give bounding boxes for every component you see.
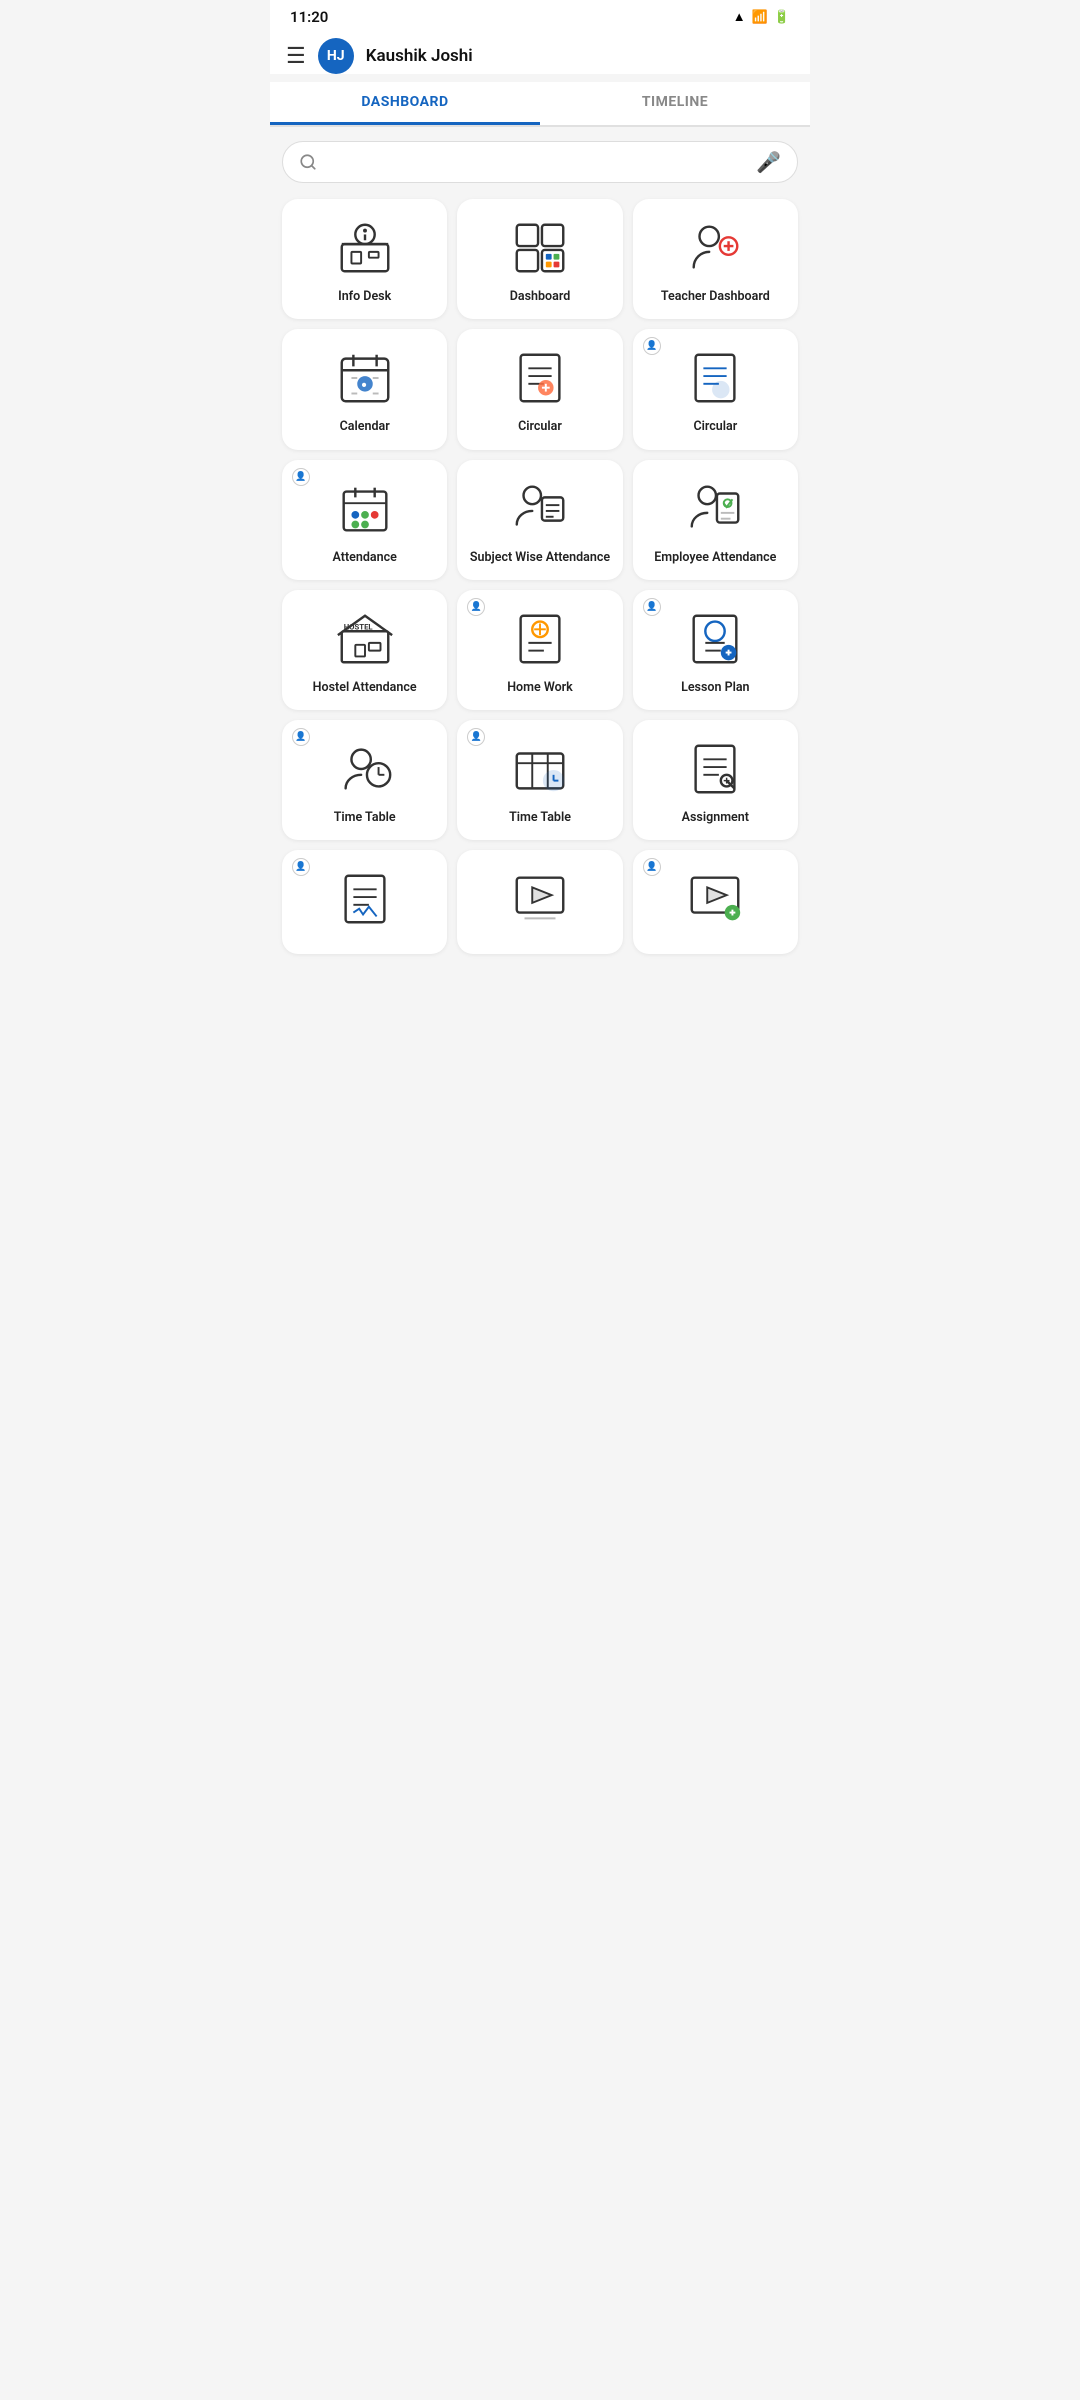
employee-attendance-icon xyxy=(684,478,746,540)
circular-1-icon xyxy=(509,347,571,409)
card-calendar[interactable]: ● Calendar xyxy=(282,329,447,449)
attendance-label: Attendance xyxy=(333,550,397,566)
card-employee-attendance[interactable]: Employee Attendance xyxy=(633,460,798,580)
calendar-label: Calendar xyxy=(340,419,390,435)
home-work-badge: 👤 xyxy=(467,598,485,616)
card-dashboard[interactable]: Dashboard xyxy=(457,199,622,319)
search-icon xyxy=(299,153,317,171)
status-time: 11:20 xyxy=(290,8,328,26)
signal-icon: 📶 xyxy=(752,10,768,25)
lesson-plan-icon xyxy=(684,608,746,670)
lesson-plan-label: Lesson Plan xyxy=(681,680,749,696)
subject-wise-attendance-icon xyxy=(509,478,571,540)
time-table-1-label: Time Table xyxy=(334,810,396,826)
info-desk-label: Info Desk xyxy=(338,289,391,305)
status-icons: ▲ 📶 🔋 xyxy=(733,9,790,25)
time-table-1-icon xyxy=(334,738,396,800)
avatar: HJ xyxy=(318,38,354,74)
user-name: Kaushik Joshi xyxy=(366,46,473,66)
home-work-label: Home Work xyxy=(507,680,573,696)
item-16-badge: 👤 xyxy=(292,858,310,876)
calendar-icon: ● xyxy=(334,347,396,409)
hostel-attendance-icon: HOSTEL xyxy=(334,608,396,670)
svg-text:HOSTEL: HOSTEL xyxy=(343,622,373,631)
time-table-2-badge: 👤 xyxy=(467,728,485,746)
card-circular-1[interactable]: Circular xyxy=(457,329,622,449)
dashboard-label: Dashboard xyxy=(510,289,571,305)
hostel-attendance-label: Hostel Attendance xyxy=(313,680,417,696)
circular-2-badge: 👤 xyxy=(643,337,661,355)
hamburger-icon[interactable]: ☰ xyxy=(286,44,306,69)
svg-text:●: ● xyxy=(361,380,367,391)
mic-icon[interactable]: 🎤 xyxy=(756,150,781,174)
circular-1-label: Circular xyxy=(518,419,562,435)
tab-timeline[interactable]: TIMELINE xyxy=(540,82,810,125)
circular-2-icon xyxy=(684,347,746,409)
dashboard-icon xyxy=(509,217,571,279)
search-input[interactable] xyxy=(327,154,746,171)
tab-dashboard[interactable]: DASHBOARD xyxy=(270,82,540,125)
teacher-dashboard-label: Teacher Dashboard xyxy=(661,289,770,305)
card-circular-2[interactable]: 👤 Circular xyxy=(633,329,798,449)
status-bar: 11:20 ▲ 📶 🔋 xyxy=(270,0,810,30)
teacher-dashboard-icon xyxy=(684,217,746,279)
item-17-icon xyxy=(509,868,571,930)
card-lesson-plan[interactable]: 👤 Lesson Plan xyxy=(633,590,798,710)
assignment-label: Assignment xyxy=(682,810,749,826)
card-attendance[interactable]: 👤 Attendance xyxy=(282,460,447,580)
card-assignment[interactable]: Assignment xyxy=(633,720,798,840)
top-nav: ☰ HJ Kaushik Joshi xyxy=(270,30,810,74)
search-bar: 🎤 xyxy=(282,141,798,183)
wifi-icon: ▲ xyxy=(733,9,746,25)
item-16-icon xyxy=(334,868,396,930)
employee-attendance-label: Employee Attendance xyxy=(654,550,776,566)
info-desk-icon xyxy=(334,217,396,279)
circular-2-label: Circular xyxy=(693,419,737,435)
card-item-17[interactable] xyxy=(457,850,622,954)
time-table-2-icon xyxy=(509,738,571,800)
card-subject-wise-attendance[interactable]: Subject Wise Attendance xyxy=(457,460,622,580)
cards-grid: Info Desk Dashboard xyxy=(270,191,810,974)
card-item-18[interactable]: 👤 xyxy=(633,850,798,954)
time-table-2-label: Time Table xyxy=(509,810,571,826)
attendance-icon xyxy=(334,478,396,540)
card-hostel-attendance[interactable]: HOSTEL Hostel Attendance xyxy=(282,590,447,710)
subject-wise-attendance-label: Subject Wise Attendance xyxy=(470,550,610,566)
attendance-badge: 👤 xyxy=(292,468,310,486)
card-teacher-dashboard[interactable]: Teacher Dashboard xyxy=(633,199,798,319)
tab-bar: DASHBOARD TIMELINE xyxy=(270,82,810,127)
card-time-table-2[interactable]: 👤 Time Table xyxy=(457,720,622,840)
card-home-work[interactable]: 👤 Home Work xyxy=(457,590,622,710)
item-18-badge: 👤 xyxy=(643,858,661,876)
item-18-icon xyxy=(684,868,746,930)
lesson-plan-badge: 👤 xyxy=(643,598,661,616)
time-table-1-badge: 👤 xyxy=(292,728,310,746)
card-time-table-1[interactable]: 👤 Time Table xyxy=(282,720,447,840)
card-info-desk[interactable]: Info Desk xyxy=(282,199,447,319)
assignment-icon xyxy=(684,738,746,800)
home-work-icon xyxy=(509,608,571,670)
battery-icon: 🔋 xyxy=(774,10,790,25)
card-item-16[interactable]: 👤 xyxy=(282,850,447,954)
